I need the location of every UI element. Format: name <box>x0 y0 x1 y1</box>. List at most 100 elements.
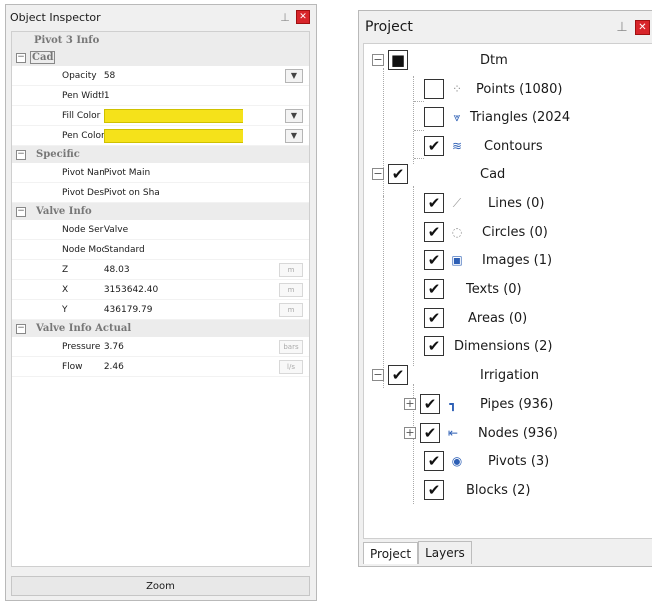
tree-node-points[interactable]: ⁘ Points (1080) <box>424 76 562 102</box>
checkbox[interactable]: ✔ <box>424 451 444 471</box>
tree-node-contours[interactable]: ✔ ≋ Contours <box>424 133 543 159</box>
tree-node-label: Nodes (936) <box>478 425 558 441</box>
checkbox[interactable]: ✔ <box>424 250 444 270</box>
tree-node-dimensions[interactable]: ✔ Dimensions (2) <box>424 333 552 359</box>
close-icon[interactable]: ✕ <box>296 10 310 24</box>
collapse-icon[interactable]: − <box>16 206 26 217</box>
category-cad[interactable]: − Cad <box>12 49 309 66</box>
property-row-node-model[interactable]: Node Model Standard <box>12 240 309 260</box>
property-row-node-series[interactable]: Node Series Valve <box>12 220 309 240</box>
checkbox[interactable] <box>424 79 444 99</box>
property-value[interactable]: Pivot Main <box>104 168 243 178</box>
property-value[interactable]: 3153642.40 <box>104 285 243 295</box>
collapse-icon[interactable]: − <box>372 369 384 381</box>
tree-node-pipes[interactable]: + ✔ ┓ Pipes (936) <box>404 391 553 417</box>
category-label: Specific <box>36 149 80 160</box>
expand-icon[interactable]: + <box>404 398 416 410</box>
property-row-pen-color[interactable]: Pen Color ▼ <box>12 126 309 146</box>
close-icon[interactable]: ✕ <box>635 19 650 35</box>
property-row-pivot-description[interactable]: Pivot Description Pivot on Sha <box>12 183 309 203</box>
property-row-flow[interactable]: Flow 2.46 l/s <box>12 357 309 377</box>
object-inspector-title: Object Inspector <box>10 10 101 24</box>
checkbox[interactable]: ✔ <box>424 136 444 156</box>
category-valve-info-actual[interactable]: − Valve Info Actual <box>12 320 309 337</box>
tree-node-dtm[interactable]: − ■ Dtm <box>372 47 508 73</box>
tree-node-areas[interactable]: ✔ Areas (0) <box>424 305 527 331</box>
expand-icon[interactable]: + <box>404 427 416 439</box>
tree-node-label: Cad <box>480 166 506 182</box>
checkbox[interactable]: ✔ <box>420 423 440 443</box>
checkbox[interactable]: ✔ <box>424 222 444 242</box>
property-value[interactable]: 2.46 <box>104 362 243 372</box>
property-row-fill-color[interactable]: Fill Color ▼ <box>12 106 309 126</box>
partial-checkbox[interactable]: ■ <box>388 50 408 70</box>
checkbox[interactable]: ✔ <box>424 480 444 500</box>
tree-node-cad[interactable]: − ✔ Cad <box>372 161 505 187</box>
property-row-pivot-name[interactable]: Pivot Name Pivot Main <box>12 163 309 183</box>
dropdown-arrow-icon[interactable]: ▼ <box>285 128 303 143</box>
checkbox[interactable]: ✔ <box>424 279 444 299</box>
property-row-opacity[interactable]: Opacity 58 ▼ <box>12 66 309 86</box>
tree-node-label: Texts (0) <box>466 281 522 297</box>
tree-node-lines[interactable]: ✔ ⟋ Lines (0) <box>424 190 544 216</box>
property-value[interactable]: 436179.79 <box>104 305 243 315</box>
tree-node-triangles[interactable]: ⩔ Triangles (2024 <box>424 104 570 130</box>
collapse-icon[interactable]: − <box>16 149 26 160</box>
property-value[interactable]: Valve <box>104 225 243 235</box>
dropdown-arrow-icon[interactable]: ▼ <box>285 68 303 83</box>
checkbox[interactable]: ✔ <box>420 394 440 414</box>
property-value[interactable]: 3.76 <box>104 342 243 352</box>
pin-icon[interactable]: ⊥ <box>615 20 629 35</box>
tab-layers[interactable]: Layers <box>418 541 472 564</box>
unit-badge: bars <box>279 339 303 354</box>
tree-node-nodes[interactable]: + ✔ ⇤ Nodes (936) <box>404 420 558 446</box>
property-row-pressure[interactable]: Pressure 3.76 bars <box>12 337 309 357</box>
zoom-button[interactable]: Zoom <box>11 576 310 596</box>
checkbox[interactable] <box>424 107 444 127</box>
property-row-z[interactable]: Z 48.03 m <box>12 260 309 280</box>
collapse-icon[interactable]: − <box>372 168 384 180</box>
collapse-icon[interactable]: − <box>372 54 384 66</box>
tree-connector <box>414 158 424 159</box>
project-titlebar: Project ⊥ ✕ <box>359 11 652 43</box>
fill-color-swatch[interactable] <box>103 108 244 123</box>
checkbox[interactable]: ✔ <box>424 193 444 213</box>
tree-node-label: Contours <box>484 138 543 154</box>
object-inspector-panel: Object Inspector ⊥ ✕ Pivot 3 Info − Cad … <box>5 4 317 601</box>
tree-node-circles[interactable]: ✔ ◌ Circles (0) <box>424 219 548 245</box>
property-value[interactable]: Pivot on Sha <box>104 188 243 198</box>
tree-node-label: Images (1) <box>482 252 553 268</box>
tree-connector <box>413 76 414 164</box>
tree-node-label: Circles (0) <box>482 224 548 240</box>
tree-connector <box>414 130 424 131</box>
tree-node-blocks[interactable]: ✔ Blocks (2) <box>424 477 530 503</box>
property-grid: Pivot 3 Info − Cad Opacity 58 ▼ Pen Widt… <box>11 31 310 567</box>
pin-icon[interactable]: ⊥ <box>278 11 292 24</box>
tab-project[interactable]: Project <box>363 542 419 564</box>
property-row-y[interactable]: Y 436179.79 m <box>12 300 309 320</box>
property-value[interactable]: 48.03 <box>104 265 243 275</box>
property-value[interactable]: 58 <box>104 71 243 81</box>
property-key: Node Series <box>62 224 104 235</box>
property-value[interactable]: 1 <box>104 91 243 101</box>
tree-node-irrigation[interactable]: − ✔ Irrigation <box>372 362 539 388</box>
property-row-pen-width[interactable]: Pen Width 1 <box>12 86 309 106</box>
dropdown-arrow-icon[interactable]: ▼ <box>285 108 303 123</box>
checkbox[interactable]: ✔ <box>388 365 408 385</box>
tree-node-images[interactable]: ✔ ▣ Images (1) <box>424 247 552 273</box>
property-value[interactable]: Standard <box>104 245 243 255</box>
property-key: Z <box>62 264 69 275</box>
project-panel: Project ⊥ ✕ − ■ Dtm ⁘ Points (1080) ⩔ Tr… <box>358 10 652 567</box>
checkbox[interactable]: ✔ <box>424 336 444 356</box>
category-label: Cad <box>30 51 56 64</box>
property-row-x[interactable]: X 3153642.40 m <box>12 280 309 300</box>
tree-node-texts[interactable]: ✔ Texts (0) <box>424 276 522 302</box>
collapse-icon[interactable]: − <box>16 52 26 63</box>
category-specific[interactable]: − Specific <box>12 146 309 163</box>
pen-color-swatch[interactable] <box>103 128 244 143</box>
checkbox[interactable]: ✔ <box>424 308 444 328</box>
category-valve-info[interactable]: − Valve Info <box>12 203 309 220</box>
tree-node-pivots[interactable]: ✔ ◉ Pivots (3) <box>424 448 549 474</box>
checkbox[interactable]: ✔ <box>388 164 408 184</box>
collapse-icon[interactable]: − <box>16 323 26 334</box>
